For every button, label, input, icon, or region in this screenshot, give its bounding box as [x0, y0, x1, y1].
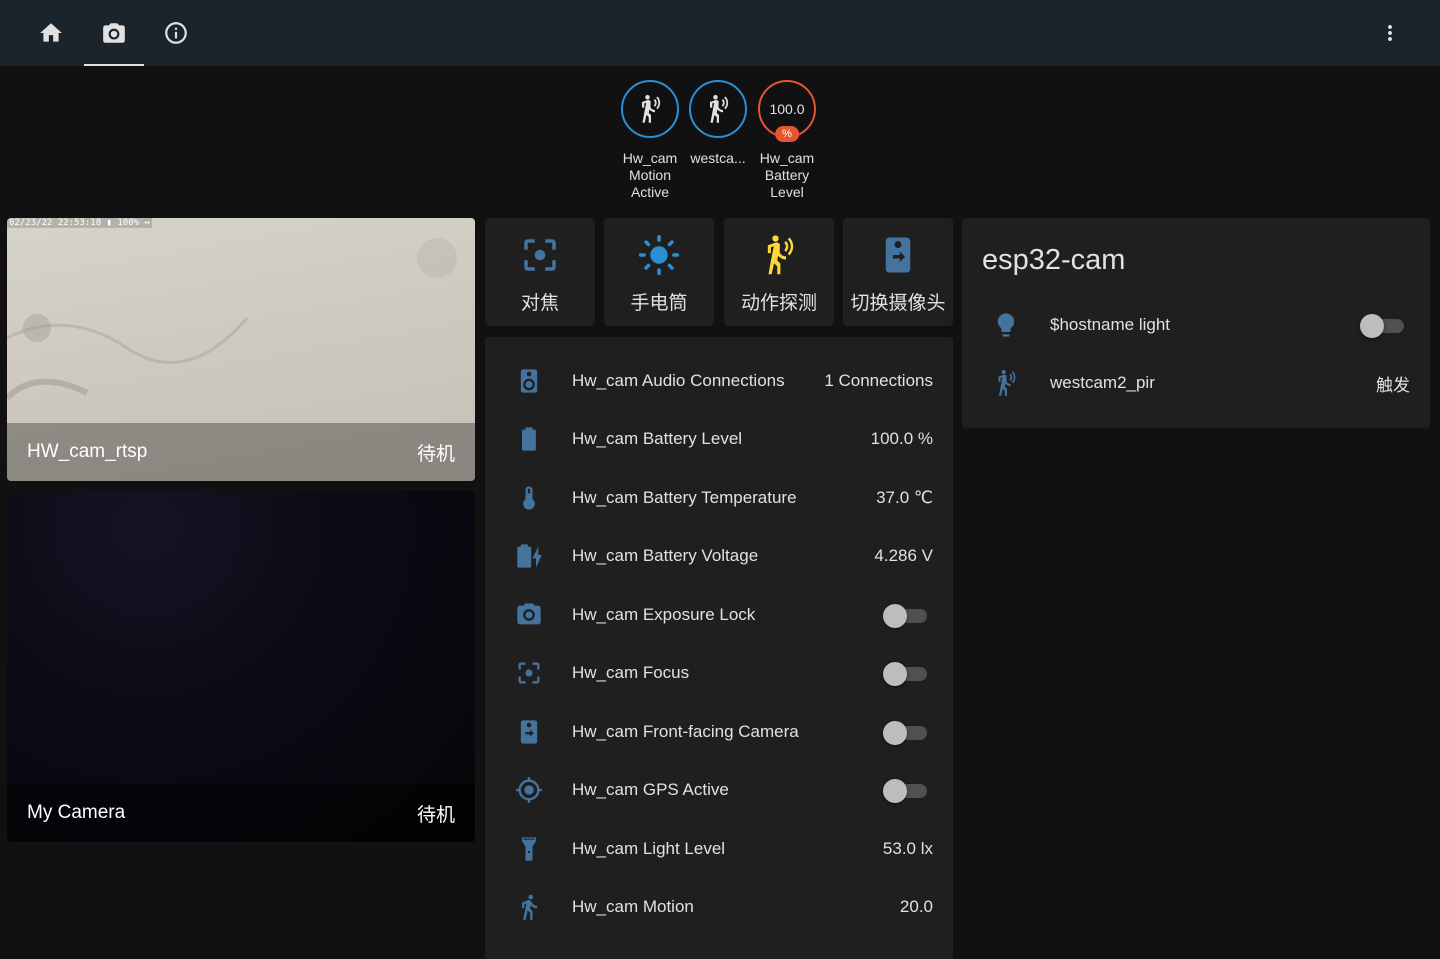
toggle-knob — [1360, 314, 1384, 338]
battery-charging-icon — [513, 540, 545, 572]
entity-name: Hw_cam Battery Temperature — [572, 488, 797, 507]
top-toolbar — [0, 0, 1440, 66]
motion-sensor-icon — [710, 95, 729, 123]
flashlight-button[interactable]: 手电筒 — [604, 218, 714, 326]
badge-westcam-motion[interactable]: westca... — [683, 80, 753, 167]
badge-motion-active[interactable]: Hw_cam Motion Active — [615, 80, 685, 201]
entity-row-focus[interactable]: Hw_cam Focus — [485, 644, 953, 702]
tab-camera[interactable] — [84, 0, 144, 66]
button-label: 切换摄像头 — [850, 293, 946, 314]
entity-state: 触发 — [1376, 375, 1410, 395]
entity-name: Hw_cam Light Level — [572, 839, 726, 858]
speaker-icon — [513, 365, 545, 397]
lightbulb-icon — [990, 309, 1022, 341]
focus-toggle[interactable] — [883, 662, 927, 686]
camera-state: 待机 — [416, 804, 455, 826]
entity-state: 100.0 % — [870, 429, 933, 448]
entity-row-audio-connections[interactable]: Hw_cam Audio Connections 1 Connections — [485, 352, 953, 410]
toggle-knob — [883, 721, 907, 745]
entity-state: 37.0 ℃ — [876, 488, 933, 507]
entity-row-light-level[interactable]: Hw_cam Light Level 53.0 lx — [485, 820, 953, 878]
entities-card: Hw_cam Audio Connections 1 Connections H… — [485, 337, 953, 959]
hostname-light-toggle[interactable] — [1360, 314, 1404, 338]
entity-row-battery-temperature[interactable]: Hw_cam Battery Temperature 37.0 ℃ — [485, 469, 953, 527]
camera-footer: My Camera 待机 — [7, 784, 475, 842]
entity-row-westcam2-pir[interactable]: westcam2_pir 触发 — [962, 358, 1430, 408]
entity-state: 1 Connections — [824, 371, 933, 390]
entity-row-battery-voltage[interactable]: Hw_cam Battery Voltage 4.286 V — [485, 527, 953, 585]
entity-name: Hw_cam Front-facing Camera — [572, 722, 799, 741]
entity-row-gps-active[interactable]: Hw_cam GPS Active — [485, 761, 953, 819]
camera-card-my-camera[interactable]: My Camera 待机 — [7, 491, 475, 842]
camera-name: My Camera — [27, 802, 126, 823]
entity-name: Hw_cam GPS Active — [572, 780, 729, 799]
camera-front-icon — [513, 716, 545, 748]
badge-label: Hw_cam Battery Level — [759, 150, 815, 200]
overflow-menu-button[interactable] — [1376, 19, 1404, 47]
entity-name: Hw_cam Battery Voltage — [572, 546, 759, 565]
badge-circle: 100.0 % — [758, 80, 816, 142]
badge-label: Hw_cam Motion Active — [622, 150, 678, 200]
entity-row-front-facing-camera[interactable]: Hw_cam Front-facing Camera — [485, 703, 953, 761]
entity-state: 20.0 — [899, 897, 933, 916]
entity-name: Hw_cam Exposure Lock — [572, 605, 756, 624]
thermometer-icon — [513, 482, 545, 514]
esp32-cam-card: esp32-cam $hostname light westcam2_pir 触… — [962, 218, 1430, 428]
toggle-knob — [883, 604, 907, 628]
entity-name: Hw_cam Battery Level — [572, 429, 743, 448]
entity-name: Hw_cam Focus — [572, 663, 690, 682]
brightness-icon — [638, 234, 680, 276]
info-icon — [165, 22, 187, 44]
camera-switch-icon — [885, 237, 911, 273]
entity-state: 4.286 V — [874, 546, 933, 565]
camera-footer: HW_cam_rtsp 待机 — [7, 423, 475, 481]
entity-row-battery-level[interactable]: Hw_cam Battery Level 100.0 % — [485, 410, 953, 468]
exposure-lock-toggle[interactable] — [883, 604, 927, 628]
badge-battery-level[interactable]: 100.0 % Hw_cam Battery Level — [752, 80, 822, 201]
camera-card-hw-cam-rtsp[interactable]: 02/23/22 22:53:18 ▮ 100% ↔ HW_cam_rtsp 待… — [7, 218, 475, 481]
crosshairs-gps-icon — [513, 774, 545, 806]
battery-icon — [513, 423, 545, 455]
focus-icon — [524, 239, 556, 271]
tab-home[interactable] — [21, 0, 81, 66]
camera-state: 待机 — [416, 443, 455, 465]
badge-circle — [689, 80, 747, 138]
entity-name: Hw_cam Motion — [572, 897, 694, 916]
entity-row-hostname-light[interactable]: $hostname light — [962, 300, 1430, 350]
home-icon — [40, 23, 62, 42]
dots-vertical-icon — [1388, 25, 1392, 41]
motion-sensor-icon — [990, 367, 1022, 399]
button-label: 对焦 — [520, 293, 559, 314]
camera-name: HW_cam_rtsp — [27, 441, 148, 462]
motion-sensor-icon — [767, 235, 794, 275]
motion-sensor-icon — [642, 95, 661, 123]
tab-info[interactable] — [146, 0, 206, 66]
switch-camera-button[interactable]: 切换摄像头 — [843, 218, 953, 326]
entity-row-exposure-lock[interactable]: Hw_cam Exposure Lock — [485, 586, 953, 644]
focus-button[interactable]: 对焦 — [485, 218, 595, 326]
badge-value: 100.0 — [769, 101, 805, 117]
button-label: 动作探测 — [740, 293, 817, 314]
entity-row-motion[interactable]: Hw_cam Motion 20.0 — [485, 878, 953, 936]
badge-circle — [621, 80, 679, 138]
entity-state: 53.0 lx — [882, 839, 933, 858]
flashlight-icon — [513, 833, 545, 865]
camera-feed-image — [7, 238, 457, 401]
toggle-knob — [883, 662, 907, 686]
run-icon — [513, 891, 545, 923]
entity-name: westcam2_pir — [1050, 373, 1155, 392]
front-camera-toggle[interactable] — [883, 721, 927, 745]
camera-icon — [103, 23, 125, 43]
button-label: 手电筒 — [630, 293, 688, 314]
entity-name: Hw_cam Audio Connections — [572, 371, 785, 390]
toggle-knob — [883, 779, 907, 803]
camera-icon — [513, 599, 545, 631]
card-title: esp32-cam — [982, 244, 1126, 276]
entity-name: $hostname light — [1050, 315, 1171, 334]
gps-active-toggle[interactable] — [883, 779, 927, 803]
badge-unit: % — [775, 126, 799, 142]
motion-detect-button[interactable]: 动作探测 — [724, 218, 834, 326]
badge-label: westca... — [690, 150, 746, 166]
focus-icon — [513, 657, 545, 689]
